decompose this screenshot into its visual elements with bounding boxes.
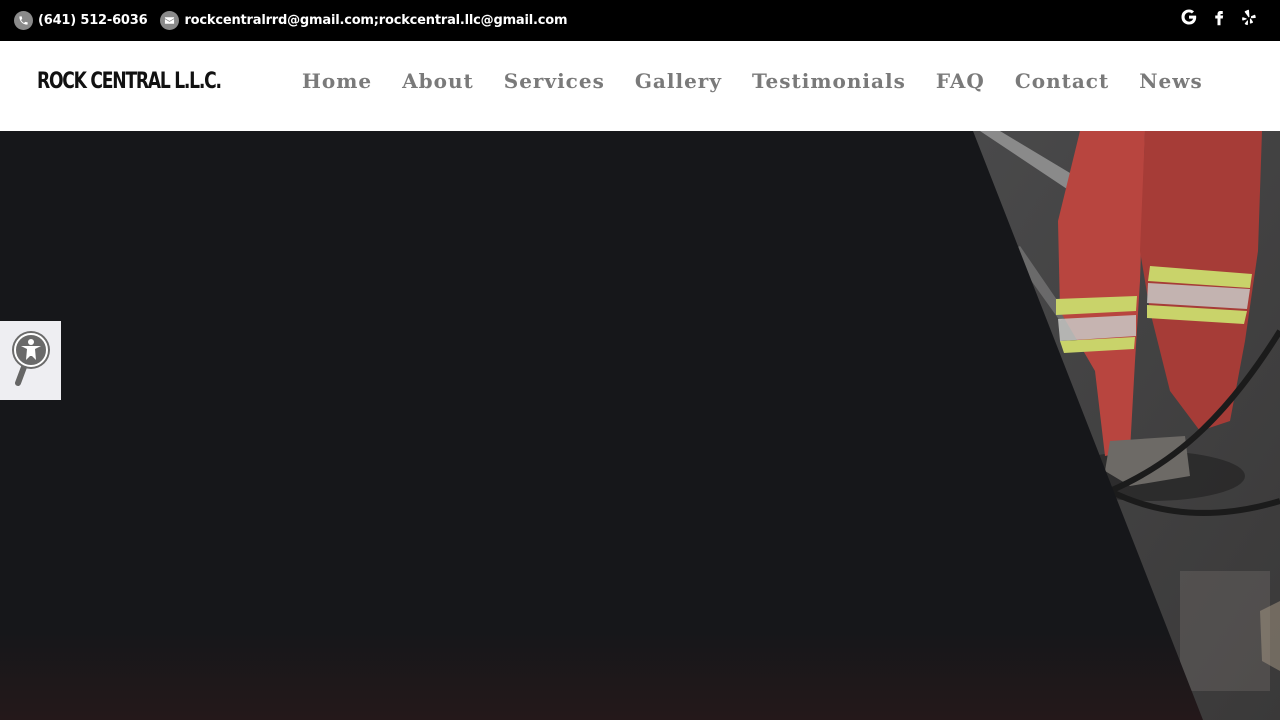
social-links [1180, 7, 1258, 27]
accessibility-icon [12, 331, 50, 386]
facebook-icon[interactable] [1210, 7, 1228, 27]
yelp-icon[interactable] [1240, 7, 1258, 27]
nav-services[interactable]: Services [504, 69, 605, 93]
site-header: ROCK CENTRAL L.L.C. Home About Services … [0, 41, 1280, 131]
phone-icon [14, 11, 33, 30]
top-contact-bar: (641) 512-6036 rockcentralrrd@gmail.com;… [0, 0, 1280, 41]
accessibility-button[interactable] [0, 321, 61, 400]
phone-number: (641) 512-6036 [38, 13, 148, 28]
nav-home[interactable]: Home [302, 69, 372, 93]
google-icon[interactable] [1180, 7, 1198, 27]
phone-link[interactable]: (641) 512-6036 [14, 11, 148, 30]
nav-faq[interactable]: FAQ [936, 69, 985, 93]
nav-news[interactable]: News [1139, 69, 1202, 93]
main-nav: Home About Services Gallery Testimonials… [302, 69, 1233, 93]
nav-about[interactable]: About [402, 69, 474, 93]
site-logo[interactable]: ROCK CENTRAL L.L.C. [37, 69, 222, 94]
email-address: rockcentralrrd@gmail.com;rockcentral.llc… [184, 13, 568, 28]
nav-gallery[interactable]: Gallery [635, 69, 722, 93]
email-link[interactable]: rockcentralrrd@gmail.com;rockcentral.llc… [160, 11, 568, 30]
nav-contact[interactable]: Contact [1015, 69, 1109, 93]
hero-section [0, 131, 1280, 720]
email-icon [160, 11, 180, 30]
nav-testimonials[interactable]: Testimonials [752, 69, 906, 93]
